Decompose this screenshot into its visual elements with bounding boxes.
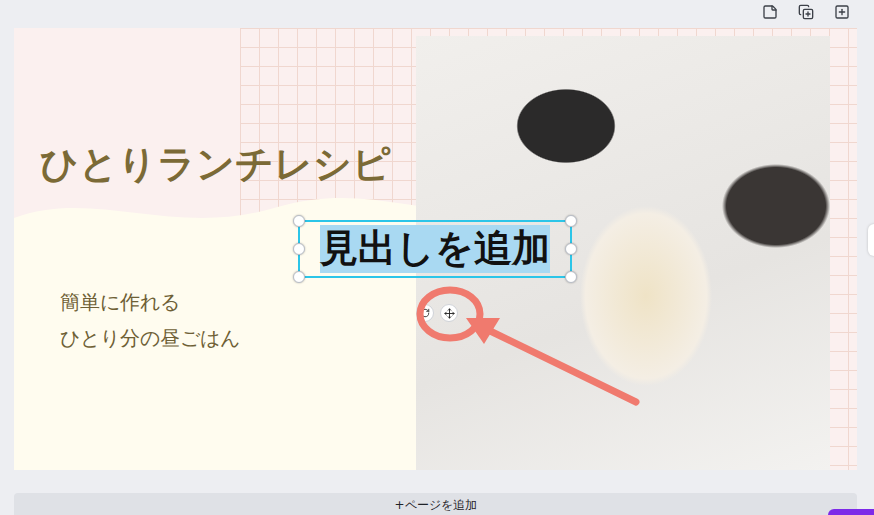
help-button[interactable] (828, 509, 874, 515)
side-panel-tab[interactable] (868, 224, 874, 256)
canva-editor: ひとりランチレシピ簡単に作れるひとり分の昼ごはん 見出しを追加 +ページを追加 (0, 0, 874, 515)
resize-handle[interactable] (293, 243, 305, 255)
canvas-row: ひとりランチレシピ簡単に作れるひとり分の昼ごはん 見出しを追加 (0, 24, 874, 470)
element-controls (416, 304, 458, 322)
move-button[interactable] (440, 304, 458, 322)
page-toolbar (0, 0, 874, 24)
design-canvas[interactable]: ひとりランチレシピ簡単に作れるひとり分の昼ごはん 見出しを追加 (14, 28, 857, 470)
heading-text[interactable]: 見出しを追加 (320, 225, 550, 273)
rotate-icon (420, 308, 430, 318)
resize-handle[interactable] (565, 215, 577, 227)
resize-handle[interactable] (293, 271, 305, 283)
annotation-arrow (14, 28, 857, 470)
move-icon (444, 308, 455, 319)
design-title[interactable]: ひとりランチレシピ (40, 142, 391, 188)
resize-handle[interactable] (565, 243, 577, 255)
heading-textbox[interactable]: 見出しを追加 (298, 220, 572, 278)
add-page-bar[interactable]: +ページを追加 (14, 493, 857, 515)
design-subtitle[interactable]: 簡単に作れるひとり分の昼ごはん (60, 284, 240, 356)
add-page-button[interactable] (832, 2, 852, 22)
resize-handle[interactable] (565, 271, 577, 283)
resize-handle[interactable] (293, 215, 305, 227)
add-page-icon (834, 4, 850, 20)
bottom-row: +ページを追加 (0, 470, 874, 515)
duplicate-icon (798, 4, 814, 20)
subtitle-line: ひとり分の昼ごはん (60, 320, 240, 356)
rotate-button[interactable] (416, 304, 434, 322)
duplicate-button[interactable] (796, 2, 816, 22)
note-button[interactable] (760, 2, 780, 22)
note-icon (762, 4, 778, 20)
subtitle-line: 簡単に作れる (60, 284, 240, 320)
